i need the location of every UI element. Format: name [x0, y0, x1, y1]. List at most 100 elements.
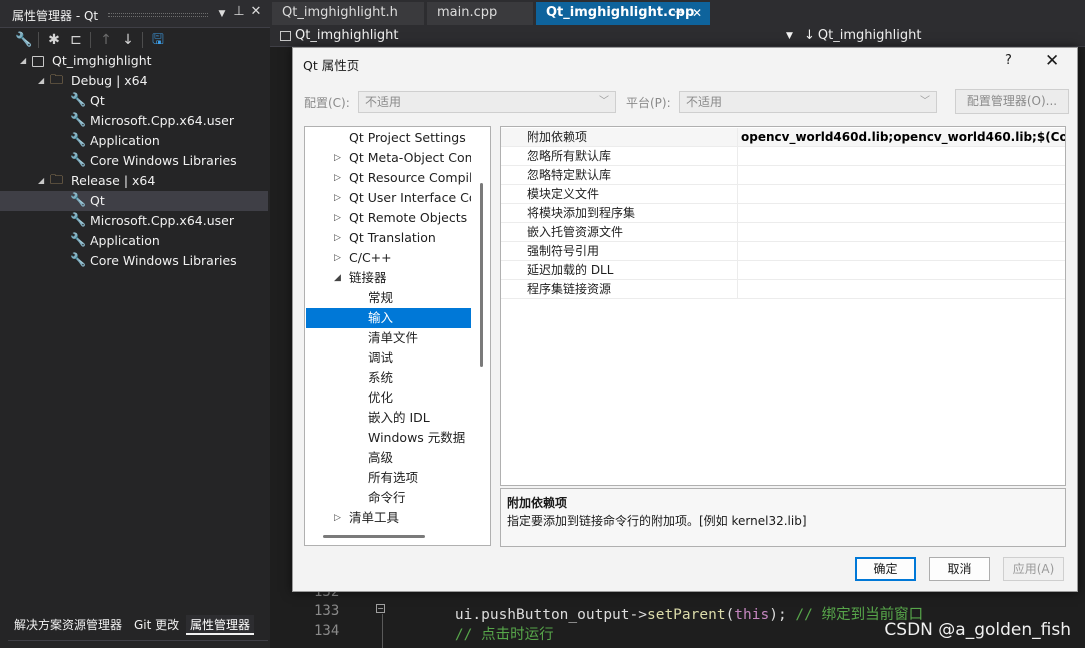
tree-config-debug[interactable]: ◢ 🗀 Debug | x64 — [0, 71, 268, 91]
category-item[interactable]: ▷ Qt Meta-Object Com — [306, 148, 471, 168]
tree-item[interactable]: 🔧 Qt — [0, 91, 268, 111]
pin-icon[interactable]: ⊸ — [674, 2, 682, 24]
category-item[interactable]: 所有选项 — [306, 468, 471, 488]
config-select[interactable]: 不适用 ﹀ — [358, 91, 616, 113]
collapse-arrow-icon[interactable]: ◢ — [334, 268, 341, 288]
close-button[interactable]: ✕ — [1045, 51, 1059, 71]
property-value[interactable]: opencv_world460d.lib;opencv_world460.lib… — [741, 128, 1065, 147]
category-item[interactable]: 高级 — [306, 448, 471, 468]
tree-item[interactable]: 🔧 Core Windows Libraries — [0, 151, 268, 171]
tree-item-selected[interactable]: 🔧 Qt — [0, 191, 268, 211]
tab-active-cpp[interactable]: Qt_imghighlight.cpp ⊸ ✕ — [536, 2, 710, 25]
pin-icon[interactable]: ⊥ — [231, 4, 247, 19]
member-nav-combo[interactable]: ↓ Qt_imghighlight — [804, 26, 921, 46]
category-label: 调试 — [368, 350, 394, 365]
property-grid[interactable]: 附加依赖项 opencv_world460d.lib;opencv_world46… — [500, 126, 1066, 486]
tab-main-cpp[interactable]: main.cpp — [427, 2, 533, 25]
category-item[interactable]: Windows 元数据 — [306, 428, 471, 448]
properties-wrench-icon[interactable]: 🔧 — [14, 30, 34, 50]
property-row[interactable]: 忽略所有默认库 — [501, 147, 1065, 166]
tree-item[interactable]: 🔧 Microsoft.Cpp.x64.user — [0, 211, 268, 231]
tree-item[interactable]: 🔧 Microsoft.Cpp.x64.user — [0, 111, 268, 131]
tree-project[interactable]: ◢ Qt_imghighlight — [0, 51, 268, 71]
project-nav-combo[interactable]: Qt_imghighlight — [280, 26, 399, 46]
expand-arrow-icon[interactable]: ▷ — [334, 248, 341, 268]
collapse-icon[interactable]: − — [376, 604, 385, 613]
apply-button[interactable]: 应用(A) — [1003, 557, 1064, 581]
tab-active-label: Qt_imghighlight.cpp — [546, 5, 695, 20]
add-existing-property-sheet-icon[interactable]: ⊏ — [66, 30, 86, 50]
expand-arrow-icon[interactable]: ◢ — [20, 51, 26, 71]
expand-arrow-icon[interactable]: ▷ — [334, 208, 341, 228]
category-item[interactable]: ▷ Qt Translation — [306, 228, 471, 248]
close-icon[interactable]: ✕ — [248, 4, 264, 19]
property-row[interactable]: 将模块添加到程序集 — [501, 204, 1065, 223]
help-button[interactable]: ? — [1005, 53, 1012, 68]
category-item[interactable]: 调试 — [306, 348, 471, 368]
expand-arrow-icon[interactable]: ▷ — [334, 148, 341, 168]
tab-solution-explorer[interactable]: 解决方案资源管理器 — [10, 615, 126, 635]
category-item[interactable]: ◢ 链接器 — [306, 268, 471, 288]
save-icon[interactable]: 🖫 — [148, 30, 168, 50]
tree-item[interactable]: 🔧 Core Windows Libraries — [0, 251, 268, 271]
ok-button[interactable]: 确定 — [855, 557, 916, 581]
drag-grip[interactable] — [108, 13, 208, 17]
category-item[interactable]: ▷ C/C++ — [306, 248, 471, 268]
property-row[interactable]: 附加依赖项 opencv_world460d.lib;opencv_world46… — [501, 128, 1065, 147]
tree-item[interactable]: 🔧 Application — [0, 231, 268, 251]
property-row[interactable]: 模块定义文件 — [501, 185, 1065, 204]
code-text: ); — [769, 607, 796, 623]
config-manager-button[interactable]: 配置管理器(O)... — [955, 89, 1069, 114]
category-item[interactable]: 优化 — [306, 388, 471, 408]
chevron-down-icon[interactable]: ▼ — [786, 26, 793, 46]
property-row[interactable]: 忽略特定默认库 — [501, 166, 1065, 185]
move-down-icon[interactable]: ↓ — [118, 30, 138, 50]
tab-property-manager[interactable]: 属性管理器 — [186, 615, 255, 635]
expand-arrow-icon[interactable]: ▷ — [334, 228, 341, 248]
folder-icon: 🗀 — [50, 173, 64, 188]
property-row[interactable]: 延迟加载的 DLL — [501, 261, 1065, 280]
platform-select[interactable]: 不适用 ﹀ — [679, 91, 937, 113]
tree-item-label: Application — [90, 233, 160, 248]
tab-header-file[interactable]: Qt_imghighlight.h — [272, 2, 424, 25]
column-divider — [737, 166, 738, 185]
tree-item[interactable]: 🔧 Application — [0, 131, 268, 151]
category-item[interactable]: Qt Project Settings — [306, 128, 471, 148]
category-item[interactable]: ▷ Qt Remote Objects C — [306, 208, 471, 228]
category-item[interactable]: 常规 — [306, 288, 471, 308]
column-divider — [737, 185, 738, 204]
property-row[interactable]: 嵌入托管资源文件 — [501, 223, 1065, 242]
dropdown-icon[interactable]: ▼ — [214, 9, 230, 19]
column-divider — [737, 128, 738, 147]
property-name: 延迟加载的 DLL — [527, 263, 614, 277]
cancel-button[interactable]: 取消 — [929, 557, 990, 581]
expand-arrow-icon[interactable]: ◢ — [38, 171, 44, 191]
category-item[interactable]: ▷ 清单工具 — [306, 508, 471, 528]
category-item[interactable]: 清单文件 — [306, 328, 471, 348]
property-name: 嵌入托管资源文件 — [527, 225, 624, 239]
category-item[interactable]: 输入 — [306, 308, 471, 328]
expand-arrow-icon[interactable]: ▷ — [334, 188, 341, 208]
property-row[interactable]: 程序集链接资源 — [501, 280, 1065, 299]
vertical-scrollbar[interactable] — [480, 183, 483, 367]
tab-git-changes[interactable]: Git 更改 — [130, 615, 183, 635]
property-category-tree[interactable]: Qt Project Settings ▷ Qt Meta-Object Com ▷ Q… — [304, 126, 491, 546]
expand-arrow-icon[interactable]: ▷ — [334, 168, 341, 188]
add-new-property-sheet-icon[interactable]: ✱ — [44, 30, 64, 50]
category-item[interactable]: ▷ Qt User Interface Cor — [306, 188, 471, 208]
expand-arrow-icon[interactable]: ▷ — [334, 508, 341, 528]
move-up-icon[interactable]: ↑ — [96, 30, 116, 50]
property-manager-title: 属性管理器 - Qt — [12, 9, 99, 23]
tree-config-release[interactable]: ◢ 🗀 Release | x64 — [0, 171, 268, 191]
horizontal-scrollbar[interactable] — [323, 535, 425, 538]
category-item[interactable]: 命令行 — [306, 488, 471, 508]
close-tab-icon[interactable]: ✕ — [692, 2, 702, 24]
expand-arrow-icon[interactable]: ◢ — [38, 71, 44, 91]
line-number: 134 — [314, 623, 340, 639]
category-item[interactable]: 嵌入的 IDL — [306, 408, 471, 428]
tree-config-label: Debug | x64 — [71, 73, 148, 88]
category-item[interactable]: ▷ Qt Resource Compile — [306, 168, 471, 188]
tree-item-label: Qt — [90, 93, 105, 108]
category-item[interactable]: 系统 — [306, 368, 471, 388]
property-row[interactable]: 强制符号引用 — [501, 242, 1065, 261]
